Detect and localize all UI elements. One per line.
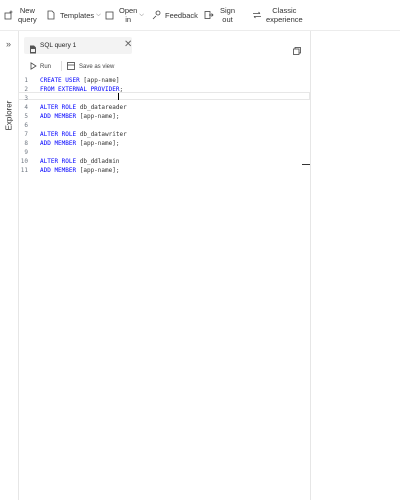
explorer-toggle[interactable]: Explorer [5, 96, 14, 136]
line-number: 2 [24, 86, 28, 93]
code-text: ALTER ROLE db_ddladmin [40, 158, 119, 165]
sign-out-label: Sign out [220, 6, 236, 24]
code-text: CREATE USER [app-name] [40, 77, 120, 84]
sql-file-icon [29, 41, 37, 59]
templates-button[interactable]: Templates ⌵ [46, 0, 101, 30]
sql-text: [app-name]; [76, 113, 120, 120]
line-number: 11 [20, 167, 28, 174]
code-text: ALTER ROLE db_datareader [40, 104, 127, 111]
save-as-view-button[interactable]: Save as view [67, 62, 114, 72]
command-bar: Run Save as view [19, 59, 310, 75]
save-as-view-label: Save as view [79, 64, 115, 70]
sql-keyword: ALTER ROLE [40, 158, 77, 165]
run-label: Run [40, 64, 52, 70]
code-line[interactable]: 7 ALTER ROLE db_datawriter [19, 131, 310, 140]
divider [61, 61, 62, 71]
sql-text: [app-name] [79, 77, 120, 84]
sign-out-icon [204, 10, 214, 20]
code-line[interactable]: 1 CREATE USER [app-name] [19, 77, 310, 86]
tab-sql-query-1[interactable]: SQL query 1 ✕ [24, 37, 132, 54]
sql-editor[interactable]: 1 CREATE USER [app-name] 2 FROM EXTERNAL PR… [19, 74, 310, 500]
close-icon[interactable]: ✕ [124, 38, 132, 52]
code-line[interactable]: 11 ADD MEMBER [app-name]; [19, 167, 310, 176]
code-text: ADD MEMBER [app-name]; [40, 140, 119, 147]
new-query-button[interactable]: New query [4, 0, 37, 30]
feedback-icon [152, 10, 162, 20]
line-number: 6 [24, 122, 28, 129]
copy-icon[interactable] [293, 42, 301, 55]
code-line[interactable]: 3 [19, 95, 310, 104]
code-line[interactable]: 2 FROM EXTERNAL PROVIDER; [19, 86, 310, 95]
sql-keyword: FROM EXTERNAL PROVIDER [40, 86, 120, 93]
new-query-icon [4, 10, 14, 20]
templates-icon [46, 10, 56, 20]
save-view-icon [67, 62, 75, 72]
line-number: 9 [24, 149, 28, 156]
line-number: 5 [24, 113, 28, 120]
scroll-position-marker [302, 164, 310, 165]
explorer-rail: » Explorer [0, 31, 19, 500]
play-icon [30, 62, 37, 72]
sql-text: [app-name]; [76, 140, 120, 147]
top-toolbar: New query Templates ⌵ Open in ⌵ Feedback S… [0, 0, 400, 31]
code-text: ALTER ROLE db_datawriter [40, 131, 127, 138]
sign-out-button[interactable]: Sign out [204, 0, 235, 30]
code-line[interactable]: 10 ALTER ROLE db_ddladmin [19, 158, 310, 167]
code-line[interactable]: 8 ADD MEMBER [app-name]; [19, 140, 310, 149]
chevron-down-icon: ⌵ [139, 11, 144, 18]
sql-text: db_ddladmin [76, 158, 120, 165]
feedback-label: Feedback [165, 10, 198, 20]
switch-arrows-icon [252, 10, 262, 20]
code-line[interactable]: 6 [19, 122, 310, 131]
tab-title: SQL query 1 [40, 42, 77, 49]
tab-strip: SQL query 1 ✕ [19, 31, 310, 59]
sql-keyword: ADD MEMBER [40, 167, 77, 174]
chevron-double-right-icon[interactable]: » [6, 39, 11, 49]
run-button[interactable]: Run [30, 62, 51, 72]
text-caret [118, 93, 119, 100]
sql-keyword: ALTER ROLE [40, 104, 77, 111]
line-number: 3 [24, 95, 28, 102]
sql-keyword: ADD MEMBER [40, 140, 77, 147]
sql-keyword: ALTER ROLE [40, 131, 77, 138]
sql-keyword: ADD MEMBER [40, 113, 77, 120]
templates-label: Templates [60, 10, 95, 20]
line-number: 10 [20, 158, 28, 165]
code-line[interactable]: 4 ALTER ROLE db_datareader [19, 104, 310, 113]
code-line[interactable]: 5 ADD MEMBER [app-name]; [19, 113, 310, 122]
code-text: FROM EXTERNAL PROVIDER; [40, 86, 123, 93]
open-in-label: Open in [119, 6, 138, 24]
classic-experience-label: Classic experience [266, 6, 303, 24]
sql-text: db_datawriter [76, 131, 127, 138]
sql-text: db_datareader [76, 104, 127, 111]
chevron-down-icon: ⌵ [96, 11, 101, 18]
code-text: ADD MEMBER [app-name]; [40, 113, 119, 120]
line-number: 1 [24, 77, 28, 84]
classic-experience-button[interactable]: Classic experience [252, 0, 303, 30]
open-in-icon [105, 10, 115, 20]
sql-keyword: CREATE USER [40, 77, 80, 84]
open-in-button[interactable]: Open in ⌵ [105, 0, 144, 30]
line-number: 4 [24, 104, 28, 111]
line-number: 7 [24, 131, 28, 138]
editor-right-border [310, 31, 311, 500]
sql-text: ; [119, 86, 124, 93]
sql-text: [app-name]; [76, 167, 120, 174]
new-query-label: New query [18, 6, 37, 24]
feedback-button[interactable]: Feedback [152, 0, 198, 30]
code-text: ADD MEMBER [app-name]; [40, 167, 119, 174]
line-number: 8 [24, 140, 28, 147]
code-line[interactable]: 9 [19, 149, 310, 158]
